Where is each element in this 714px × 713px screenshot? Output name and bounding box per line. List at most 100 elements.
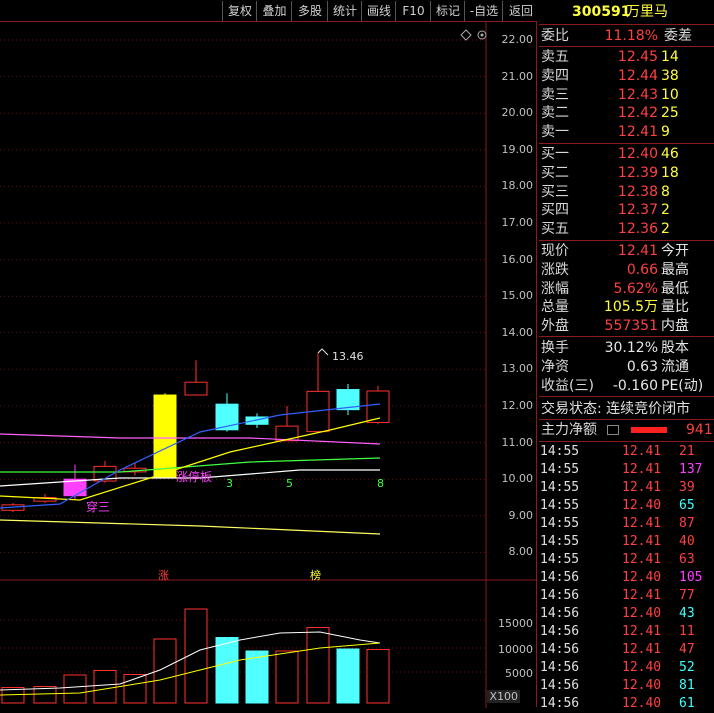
price-tick-label: 19.00 — [501, 142, 534, 156]
tick-volume: 87 — [679, 516, 695, 531]
price-tick-label: 10.00 — [501, 472, 534, 486]
volume-bar — [366, 649, 390, 704]
price-tick-label: 11.00 — [501, 435, 534, 449]
tick-price: 12.40 — [622, 696, 662, 711]
row-value: 5.62% — [613, 280, 658, 297]
trade-status-text: 交易状态: 连续竞价闭市 — [541, 401, 691, 417]
moving-average-line — [0, 519, 381, 535]
trade-status: 交易状态: 连续竞价闭市 — [539, 400, 714, 418]
tick-row: 14:55 12.41 137 — [539, 461, 714, 479]
price-tick-label: 9.00 — [508, 508, 534, 522]
settings-gear-icon[interactable] — [476, 26, 488, 40]
row-label: 现价 — [541, 243, 569, 259]
tick-row: 14:56 12.41 77 — [539, 587, 714, 605]
row-extra: PE(动) — [661, 377, 704, 394]
tick-price: 12.41 — [622, 480, 662, 495]
row-value: -0.160 — [612, 377, 658, 394]
row-extra: 内盘 — [661, 318, 689, 335]
tick-volume: 21 — [679, 444, 695, 459]
row-label: 收益(三) — [541, 377, 594, 394]
weibi-row: 委比 11.18% 委差 — [539, 27, 714, 45]
row-label: 卖一 — [541, 124, 569, 141]
row-label: 换手 — [541, 340, 569, 356]
tick-row: 14:56 12.41 11 — [539, 623, 714, 641]
tick-price: 12.41 — [622, 552, 662, 567]
tick-volume: 40 — [679, 534, 695, 549]
tick-price: 12.41 — [622, 462, 662, 477]
toolbar-button-0[interactable]: 复权 — [222, 1, 257, 21]
tick-time: 14:56 — [540, 624, 580, 639]
toolbar-button-3[interactable]: 统计 — [327, 1, 362, 21]
price-tick-label: 14.00 — [501, 325, 534, 339]
row-extra: 38 — [661, 67, 679, 84]
tick-volume: 11 — [679, 624, 695, 639]
count-annotation: 3 — [226, 477, 233, 490]
tick-row: 14:56 12.40 43 — [539, 605, 714, 623]
price-tick-label: 13.00 — [501, 362, 534, 376]
toolbar-button-7[interactable]: -自选 — [464, 1, 503, 21]
price-tick-label: 22.00 — [501, 33, 534, 46]
tick-time: 14:55 — [540, 552, 580, 567]
row-value: 30.12% — [604, 340, 658, 356]
diamond-marker-icon[interactable] — [460, 26, 472, 41]
tick-price: 12.40 — [622, 570, 662, 585]
tick-price: 12.40 — [622, 606, 662, 621]
row-value: 12.40 — [617, 146, 658, 162]
kline-chart[interactable]: 13.46 涨停板穿三 3 5 8 涨 榜 — [0, 22, 537, 708]
volume-bar — [93, 670, 117, 704]
moving-average-line — [0, 433, 381, 445]
tick-time: 14:55 — [540, 516, 580, 531]
ask-level-row: 卖四 12.44 38 — [539, 67, 714, 85]
stat-row: 涨幅 5.62% 最低 — [539, 280, 714, 298]
toolbar-button-1[interactable]: 叠加 — [256, 1, 292, 21]
ask-level-row: 卖一 12.41 9 — [539, 123, 714, 141]
price-tick-label: 8.00 — [508, 545, 534, 559]
price-tick-label: 21.00 — [501, 69, 534, 83]
candle-body — [275, 425, 299, 442]
bid-level-row: 买二 12.39 18 — [539, 164, 714, 182]
row-label: 买四 — [541, 202, 569, 219]
row-extra: 25 — [661, 105, 679, 122]
tick-time: 14:56 — [540, 570, 580, 585]
stock-code: 300591 — [572, 4, 631, 20]
toolbar-button-2[interactable]: 多股 — [291, 1, 328, 21]
row-extra: 流通 — [661, 358, 689, 375]
detail-list-icon[interactable] — [607, 425, 619, 435]
row-label: 涨幅 — [541, 280, 569, 297]
fundamental-row: 换手 30.12% 股本 — [539, 339, 714, 357]
stat-row: 外盘 557351 内盘 — [539, 317, 714, 335]
candle-body — [184, 381, 208, 396]
tick-price: 12.41 — [622, 588, 662, 603]
tick-row: 14:55 12.41 63 — [539, 551, 714, 569]
count-annotation: 5 — [286, 477, 293, 490]
row-value: 12.43 — [617, 86, 658, 103]
quote-panel: 300591 万里马 委比 11.18% 委差 卖五 12.45 14 卖四 12.44… — [539, 0, 714, 711]
ask-level-row: 卖三 12.43 10 — [539, 86, 714, 104]
tick-volume: 39 — [679, 480, 695, 495]
toolbar-button-8[interactable]: 返回 — [502, 1, 539, 21]
dragon-tiger-marker: 榜 — [310, 568, 321, 582]
tick-price: 12.41 — [622, 444, 662, 459]
row-label: 卖五 — [541, 49, 569, 65]
row-value: 0.66 — [626, 261, 658, 278]
row-extra: 9 — [661, 124, 670, 141]
row-label: 买三 — [541, 183, 569, 200]
row-extra: 18 — [661, 164, 679, 181]
toolbar-button-6[interactable]: 标记 — [430, 1, 465, 21]
row-label: 买一 — [541, 146, 569, 162]
weibi-value: 11.18% — [604, 28, 658, 44]
row-extra: 股本 — [661, 340, 689, 356]
toolbar-button-4[interactable]: 画线 — [361, 1, 396, 21]
tick-price: 12.41 — [622, 534, 662, 549]
volume-bar — [63, 674, 87, 704]
volume-unit-label: X100 — [487, 690, 520, 703]
tick-time: 14:55 — [540, 498, 580, 513]
row-extra: 2 — [661, 202, 670, 219]
toolbar-button-5[interactable]: F10 — [395, 1, 431, 21]
tick-price: 12.41 — [622, 516, 662, 531]
row-label: 外盘 — [541, 318, 569, 335]
candle-body — [366, 390, 390, 423]
row-extra: 14 — [661, 49, 679, 65]
row-value: 12.44 — [617, 67, 658, 84]
price-tick-label: 16.00 — [501, 252, 534, 266]
